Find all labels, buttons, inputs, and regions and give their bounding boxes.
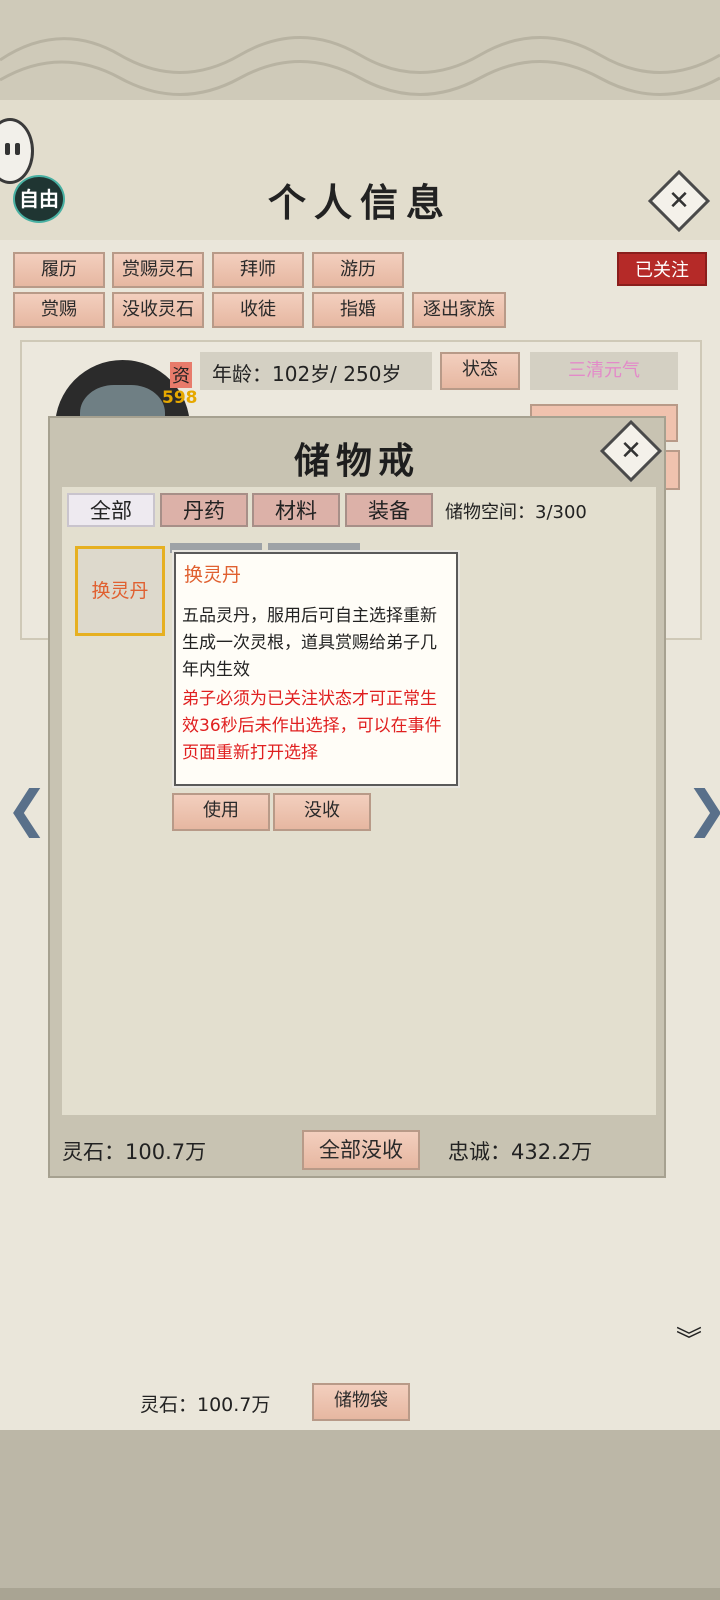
age-label-text: 年龄： — [212, 362, 272, 386]
expel-family-button[interactable]: 逐出家族 — [412, 292, 506, 328]
age-label: 年龄：102岁/ 250岁 — [212, 358, 401, 387]
tab-all[interactable]: 全部 — [67, 493, 155, 527]
spirit-stone-total: 灵石：100.7万 — [140, 1394, 271, 1416]
modal-spirit-stone: 灵石：100.7万 — [62, 1140, 207, 1164]
tooltip-title: 换灵丹 — [184, 564, 242, 586]
confiscate-all-button[interactable]: 全部没收 — [302, 1130, 420, 1170]
tab-materials[interactable]: 材料 — [252, 493, 340, 527]
aptitude-label: 资 — [170, 362, 192, 388]
reward-button[interactable]: 赏赐 — [13, 292, 105, 328]
travel-button[interactable]: 游历 — [312, 252, 404, 288]
tab-pills[interactable]: 丹药 — [160, 493, 248, 527]
confiscate-stone-button[interactable]: 没收灵石 — [112, 292, 204, 328]
modal-title: 储物戒 — [293, 440, 420, 482]
decorative-cloud-band — [0, 0, 720, 100]
tooltip-description: 五品灵丹，服用后可自主选择重新生成一次灵根，道具赏赐给弟子几年内生效 — [182, 606, 437, 680]
loyalty-value: 忠诚：432.2万 — [448, 1140, 593, 1164]
arrange-marriage-button[interactable]: 指婚 — [312, 292, 404, 328]
next-arrow-icon[interactable]: ❯ — [686, 780, 720, 838]
aptitude-value: 598 — [162, 388, 198, 408]
reward-stone-button[interactable]: 赏赐灵石 — [112, 252, 204, 288]
history-button[interactable]: 履历 — [13, 252, 105, 288]
previous-arrow-icon[interactable]: ❮ — [6, 780, 48, 838]
age-value: 102岁/ 250岁 — [272, 362, 402, 386]
status-button[interactable]: 状态 — [440, 352, 520, 390]
qi-badge: 三清元气 — [530, 352, 678, 390]
item-slot-selected[interactable]: 换灵丹 — [75, 546, 165, 636]
close-icon: ✕ — [668, 186, 690, 216]
apprentice-button[interactable]: 拜师 — [212, 252, 304, 288]
followed-badge[interactable]: 已关注 — [617, 252, 707, 286]
storage-space-label: 储物空间：3/300 — [445, 502, 587, 523]
bottom-area — [0, 1430, 720, 1600]
storage-bag-button[interactable]: 储物袋 — [312, 1383, 410, 1421]
tab-equipment[interactable]: 装备 — [345, 493, 433, 527]
confiscate-button[interactable]: 没收 — [273, 793, 371, 831]
page-title: 个人信息 — [267, 180, 452, 225]
take-disciple-button[interactable]: 收徒 — [212, 292, 304, 328]
tooltip-warning: 弟子必须为已关注状态才可正常生效36秒后未作出选择，可以在事件页面重新打开选择 — [182, 689, 442, 763]
expand-chevron-icon[interactable]: ︾ — [676, 1320, 702, 1357]
use-button[interactable]: 使用 — [172, 793, 270, 831]
close-icon: ✕ — [620, 436, 642, 466]
bottom-decoration — [0, 1588, 720, 1600]
